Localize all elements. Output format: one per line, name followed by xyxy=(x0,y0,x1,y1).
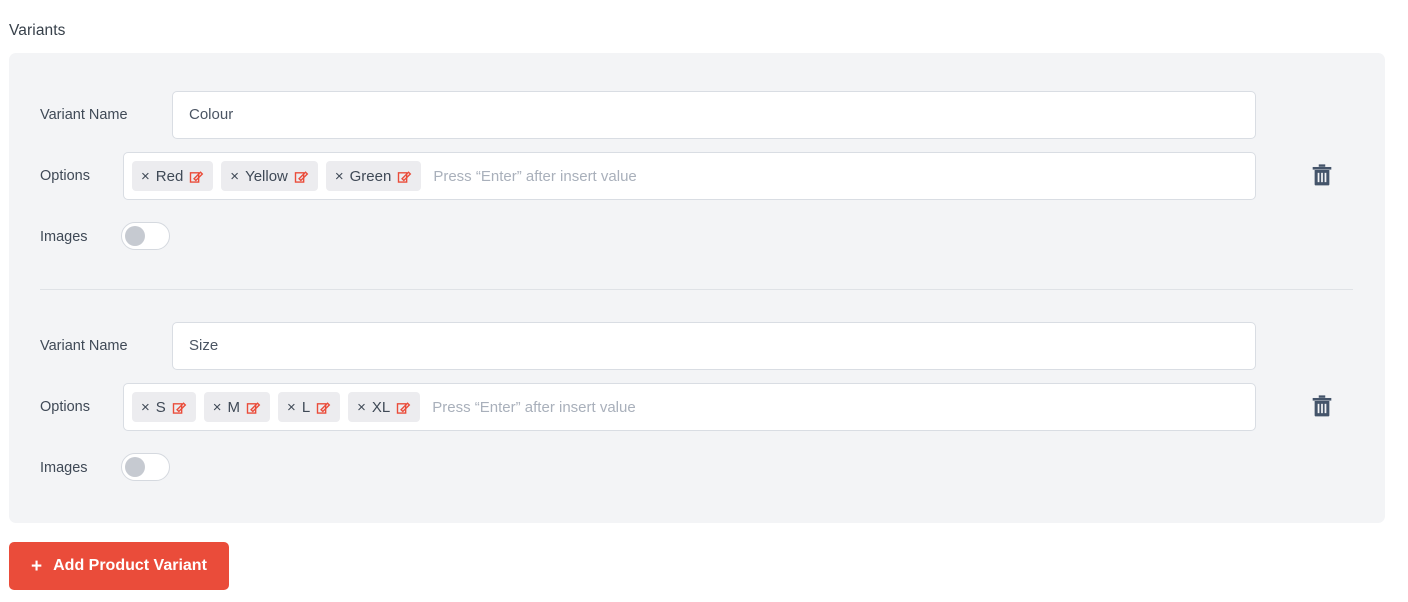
variant-name-label-1: Variant Name xyxy=(40,107,128,123)
options-tags-field-1[interactable]: × Red × Yellow × Green Press “Enter” aft… xyxy=(123,152,1256,200)
trash-icon xyxy=(1312,164,1332,186)
variant-name-label-2: Variant Name xyxy=(40,338,128,354)
close-x-icon[interactable]: × xyxy=(141,169,150,184)
edit-pencil-icon[interactable] xyxy=(189,169,204,184)
toggle-knob xyxy=(125,457,145,477)
edit-pencil-icon[interactable] xyxy=(397,169,412,184)
close-x-icon[interactable]: × xyxy=(141,400,150,415)
option-chip[interactable]: × S xyxy=(132,392,196,422)
edit-pencil-icon[interactable] xyxy=(246,400,261,415)
option-chip[interactable]: × Red xyxy=(132,161,214,191)
images-row-2: Images xyxy=(9,442,1385,494)
variant-name-row-1: Variant Name Colour xyxy=(9,89,1385,141)
variant-name-row-2: Variant Name Size xyxy=(9,320,1385,372)
images-toggle-2[interactable] xyxy=(121,453,170,481)
options-row-2: Options × S × M × L × XL Press “Enter” a… xyxy=(9,381,1385,433)
variants-panel: Variant Name Colour Options × Red × Yell… xyxy=(9,53,1385,523)
option-chip-label: L xyxy=(301,398,311,416)
variant-name-input-2[interactable]: Size xyxy=(172,322,1256,370)
edit-pencil-icon[interactable] xyxy=(396,400,411,415)
options-placeholder-2: Press “Enter” after insert value xyxy=(432,398,636,416)
option-chip[interactable]: × Yellow xyxy=(221,161,318,191)
close-x-icon[interactable]: × xyxy=(335,169,344,184)
close-x-icon[interactable]: × xyxy=(213,400,222,415)
delete-variant-button-2[interactable] xyxy=(1309,393,1335,419)
option-chip-label: M xyxy=(227,398,241,416)
option-chip-label: S xyxy=(155,398,166,416)
trash-icon xyxy=(1312,395,1332,417)
edit-pencil-icon[interactable] xyxy=(316,400,331,415)
option-chip-label: Yellow xyxy=(245,167,288,185)
variant-divider xyxy=(40,289,1353,290)
close-x-icon[interactable]: × xyxy=(287,400,296,415)
option-chip-label: Red xyxy=(155,167,184,185)
add-product-variant-button[interactable]: + Add Product Variant xyxy=(9,542,229,590)
option-chip[interactable]: × L xyxy=(278,392,341,422)
options-row-1: Options × Red × Yellow × Green Press “En… xyxy=(9,150,1385,202)
edit-pencil-icon[interactable] xyxy=(172,400,187,415)
images-row-1: Images xyxy=(9,211,1385,263)
options-placeholder-1: Press “Enter” after insert value xyxy=(433,167,637,185)
page-title: Variants xyxy=(9,22,66,39)
variants-page: Variants Variant Name Colour Options × R… xyxy=(0,0,1408,602)
options-tags-field-2[interactable]: × S × M × L × XL Press “Enter” after ins… xyxy=(123,383,1256,431)
images-toggle-1[interactable] xyxy=(121,222,170,250)
plus-icon: + xyxy=(31,555,43,577)
delete-variant-button-1[interactable] xyxy=(1309,162,1335,188)
option-chip-label: XL xyxy=(371,398,391,416)
option-chip[interactable]: × XL xyxy=(348,392,421,422)
option-chip[interactable]: × Green xyxy=(325,161,422,191)
variant-name-input-1[interactable]: Colour xyxy=(172,91,1256,139)
option-chip-label: Green xyxy=(349,167,392,185)
close-x-icon[interactable]: × xyxy=(230,169,239,184)
close-x-icon[interactable]: × xyxy=(357,400,366,415)
toggle-knob xyxy=(125,226,145,246)
edit-pencil-icon[interactable] xyxy=(294,169,309,184)
option-chip[interactable]: × M xyxy=(203,392,271,422)
add-product-variant-label: Add Product Variant xyxy=(53,557,207,574)
